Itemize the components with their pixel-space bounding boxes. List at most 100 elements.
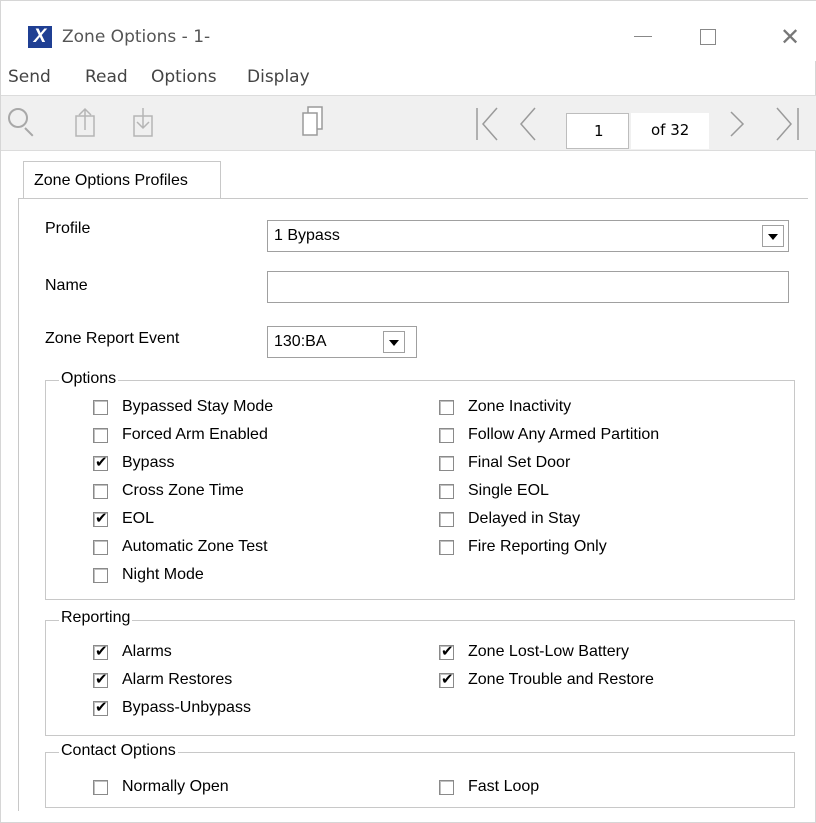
checkbox-delayed-in-stay[interactable]: Delayed in Stay <box>439 509 580 529</box>
next-page-icon[interactable] <box>723 106 753 142</box>
checkbox-bypass-unbypass[interactable]: ✔ Bypass-Unbypass <box>93 698 251 718</box>
checkbox-zone-inactivity[interactable]: Zone Inactivity <box>439 397 571 417</box>
checkbox-box[interactable] <box>93 399 108 415</box>
menu-send[interactable]: Send <box>8 67 51 87</box>
name-input[interactable] <box>267 271 789 303</box>
copy-icon[interactable] <box>299 104 327 140</box>
checkbox-label: Zone Lost-Low Battery <box>468 643 629 660</box>
title-bar: X Zone Options - 1- ✕ <box>1 1 816 61</box>
zone-options-window: X Zone Options - 1- ✕ Send Read Options … <box>0 0 816 823</box>
checkbox-normally-open[interactable]: Normally Open <box>93 777 229 797</box>
page-total-label: of 32 <box>631 113 709 149</box>
checkbox-box[interactable]: ✔ <box>93 641 108 660</box>
zone-report-event-dropdown-arrow-icon[interactable] <box>383 331 405 353</box>
reporting-legend: Reporting <box>59 609 133 627</box>
checkbox-label: Zone Trouble and Restore <box>468 671 654 688</box>
checkbox-box[interactable] <box>439 539 454 555</box>
checkbox-label: Alarms <box>122 643 172 660</box>
profile-dropdown-arrow-icon[interactable] <box>762 225 784 247</box>
checkbox-box[interactable] <box>439 399 454 415</box>
checkbox-label: Bypassed Stay Mode <box>122 398 274 415</box>
profile-select[interactable]: 1 Bypass <box>267 220 789 252</box>
first-page-icon[interactable] <box>471 106 503 142</box>
checkbox-alarms[interactable]: ✔ Alarms <box>93 642 172 662</box>
send-icon[interactable] <box>71 106 99 140</box>
checkbox-label: Cross Zone Time <box>122 482 244 499</box>
checkbox-box[interactable] <box>439 483 454 499</box>
checkbox-box[interactable]: ✔ <box>93 697 108 716</box>
close-button[interactable]: ✕ <box>767 19 813 55</box>
menu-bar: Send Read Options Display <box>1 63 816 91</box>
checkbox-box[interactable] <box>439 455 454 471</box>
checkbox-box[interactable] <box>93 779 108 795</box>
checkbox-label: Final Set Door <box>468 454 571 471</box>
checkbox-eol[interactable]: ✔ EOL <box>93 509 154 529</box>
checkbox-fast-loop[interactable]: Fast Loop <box>439 777 539 797</box>
read-icon[interactable] <box>129 106 157 140</box>
name-label: Name <box>45 277 88 294</box>
checkbox-zone-lost-low-battery[interactable]: ✔ Zone Lost-Low Battery <box>439 642 629 662</box>
search-icon[interactable] <box>8 108 36 138</box>
checkbox-box[interactable]: ✔ <box>93 669 108 688</box>
last-page-icon[interactable] <box>771 106 803 142</box>
menu-display[interactable]: Display <box>247 67 310 87</box>
profile-value: 1 Bypass <box>274 227 340 244</box>
checkbox-label: Zone Inactivity <box>468 398 572 415</box>
checkbox-label: Bypass <box>122 454 175 471</box>
checkbox-bypassed-stay-mode[interactable]: Bypassed Stay Mode <box>93 397 273 417</box>
window-title: Zone Options - 1- <box>62 27 211 47</box>
checkbox-bypass[interactable]: ✔ Bypass <box>93 453 174 473</box>
checkbox-label: Fast Loop <box>468 778 540 795</box>
minimize-icon <box>634 36 652 37</box>
checkbox-box[interactable]: ✔ <box>439 669 454 688</box>
maximize-button[interactable] <box>686 19 732 55</box>
checkbox-box[interactable] <box>93 427 108 443</box>
checkbox-box[interactable]: ✔ <box>93 452 108 471</box>
checkbox-fire-reporting-only[interactable]: Fire Reporting Only <box>439 537 607 557</box>
checkbox-label: Automatic Zone Test <box>122 538 268 555</box>
checkmark-icon: ✔ <box>95 641 108 660</box>
zone-report-event-label: Zone Report Event <box>45 330 180 347</box>
checkbox-label: Fire Reporting Only <box>468 538 607 555</box>
checkbox-label: Delayed in Stay <box>468 510 581 527</box>
checkbox-box[interactable] <box>93 483 108 499</box>
checkbox-box[interactable] <box>93 539 108 555</box>
profile-label: Profile <box>45 220 91 237</box>
checkbox-zone-trouble-and-restore[interactable]: ✔ Zone Trouble and Restore <box>439 670 654 690</box>
checkbox-alarm-restores[interactable]: ✔ Alarm Restores <box>93 670 232 690</box>
checkbox-night-mode[interactable]: Night Mode <box>93 565 204 585</box>
checkbox-single-eol[interactable]: Single EOL <box>439 481 549 501</box>
checkmark-icon: ✔ <box>441 641 454 660</box>
checkbox-box[interactable]: ✔ <box>93 509 108 527</box>
checkbox-label: Normally Open <box>122 778 229 795</box>
checkmark-icon: ✔ <box>95 452 108 471</box>
checkbox-box[interactable]: ✔ <box>439 641 454 660</box>
tab-zone-options-profiles[interactable]: Zone Options Profiles <box>23 161 221 199</box>
checkbox-box[interactable] <box>439 511 454 527</box>
checkmark-icon: ✔ <box>95 669 108 688</box>
checkbox-label: Follow Any Armed Partition <box>468 426 660 443</box>
menu-read[interactable]: Read <box>85 67 128 87</box>
app-icon: X <box>28 26 52 48</box>
close-icon: ✕ <box>779 23 801 51</box>
checkbox-label: Night Mode <box>122 566 204 583</box>
checkbox-follow-any-armed-partition[interactable]: Follow Any Armed Partition <box>439 425 659 445</box>
checkbox-forced-arm-enabled[interactable]: Forced Arm Enabled <box>93 425 268 445</box>
checkbox-box[interactable] <box>439 779 454 795</box>
checkbox-box[interactable] <box>439 427 454 443</box>
previous-page-icon[interactable] <box>513 106 543 142</box>
checkbox-label: Single EOL <box>468 482 549 499</box>
minimize-button[interactable] <box>621 19 667 55</box>
zone-report-event-value: 130:BA <box>274 333 327 350</box>
checkbox-label: EOL <box>122 510 155 527</box>
checkbox-final-set-door[interactable]: Final Set Door <box>439 453 570 473</box>
menu-options[interactable]: Options <box>151 67 217 87</box>
checkbox-label: Bypass-Unbypass <box>122 699 251 716</box>
checkbox-box[interactable] <box>93 567 108 583</box>
checkmark-icon: ✔ <box>441 669 454 688</box>
checkmark-icon: ✔ <box>95 697 108 716</box>
checkbox-cross-zone-time[interactable]: Cross Zone Time <box>93 481 244 501</box>
checkbox-label: Forced Arm Enabled <box>122 426 268 443</box>
checkbox-automatic-zone-test[interactable]: Automatic Zone Test <box>93 537 268 557</box>
page-number-input[interactable]: 1 <box>566 113 629 149</box>
